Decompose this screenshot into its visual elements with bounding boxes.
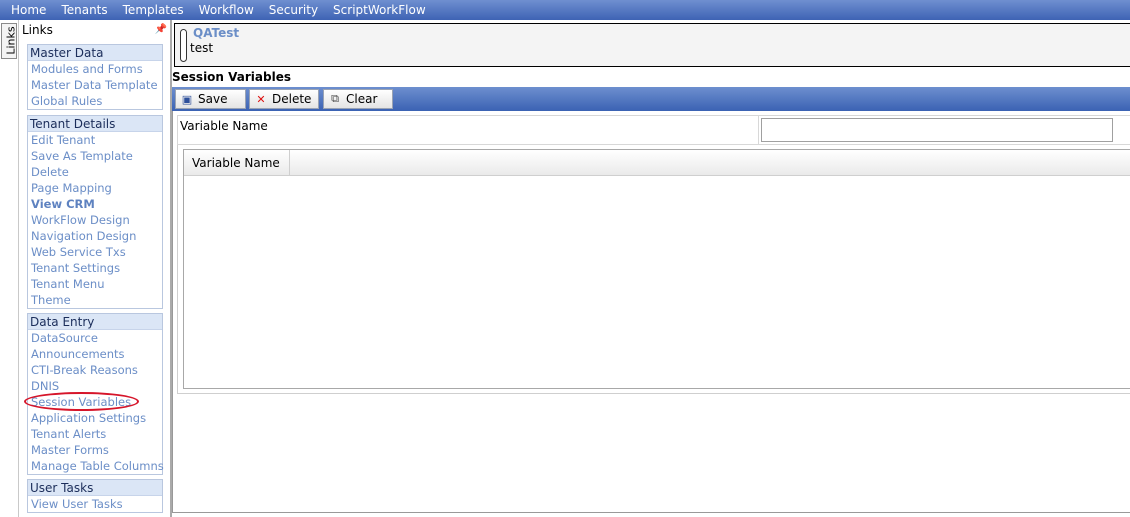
link-navigation-design[interactable]: Navigation Design [28, 228, 162, 244]
link-manage-table-columns[interactable]: Manage Table Columns [28, 458, 164, 474]
menu-workflow[interactable]: Workflow [199, 3, 254, 17]
variable-name-row: Variable Name [177, 115, 1130, 145]
link-tenant-menu[interactable]: Tenant Menu [28, 276, 162, 292]
link-delete[interactable]: Delete [28, 164, 162, 180]
link-theme[interactable]: Theme [28, 292, 162, 308]
links-panel-title: Links [22, 23, 53, 37]
group-header: Master Data [28, 45, 162, 61]
group-header: Tenant Details [28, 116, 162, 132]
clear-icon: ⧉ [331, 92, 339, 105]
link-save-as-template[interactable]: Save As Template [28, 148, 162, 164]
pin-icon[interactable]: 📌 [155, 24, 167, 35]
group-header: Data Entry [28, 314, 162, 330]
variable-name-input[interactable] [761, 118, 1113, 142]
top-menu-bar: Home Tenants Templates Workflow Security… [0, 0, 1130, 20]
delete-icon: ✕ [256, 92, 266, 106]
clear-button-label: Clear [346, 92, 378, 106]
link-page-mapping[interactable]: Page Mapping [28, 180, 162, 196]
side-tab-strip: Links [0, 20, 19, 517]
link-application-settings[interactable]: Application Settings [28, 410, 162, 426]
page-title: Session Variables [172, 70, 291, 84]
links-side-tab[interactable]: Links [1, 23, 18, 59]
link-view-crm[interactable]: View CRM [28, 196, 162, 212]
link-master-data-template[interactable]: Master Data Template [28, 77, 162, 93]
menu-home[interactable]: Home [11, 3, 46, 17]
red-highlight-ellipse [24, 392, 139, 411]
link-datasource[interactable]: DataSource [28, 330, 162, 346]
grid-header-row: Variable Name [184, 150, 1130, 176]
header-pill-icon [180, 29, 187, 62]
save-icon: ▣ [181, 92, 193, 106]
links-side-tab-label: Links [4, 26, 18, 55]
variables-grid: Variable Name [183, 149, 1130, 389]
link-announcements[interactable]: Announcements [28, 346, 162, 362]
link-modules-and-forms[interactable]: Modules and Forms [28, 61, 162, 77]
menu-templates[interactable]: Templates [123, 3, 184, 17]
form-divider [758, 116, 759, 144]
variable-name-label: Variable Name [180, 119, 268, 133]
link-global-rules[interactable]: Global Rules [28, 93, 162, 109]
tenant-description: test [190, 41, 214, 55]
link-edit-tenant[interactable]: Edit Tenant [28, 132, 162, 148]
group-tenant-details: Tenant Details Edit Tenant Save As Templ… [27, 115, 163, 309]
menu-tenants[interactable]: Tenants [61, 3, 107, 17]
link-master-forms[interactable]: Master Forms [28, 442, 162, 458]
column-header-variable-name[interactable]: Variable Name [184, 150, 290, 176]
toolbar: ▣ Save ✕ Delete ⧉ Clear [172, 87, 1130, 111]
group-master-data: Master Data Modules and Forms Master Dat… [27, 44, 163, 110]
tenant-name: QATest [193, 26, 240, 40]
link-tenant-settings[interactable]: Tenant Settings [28, 260, 162, 276]
link-tenant-alerts[interactable]: Tenant Alerts [28, 426, 162, 442]
menu-scriptworkflow[interactable]: ScriptWorkFlow [333, 3, 426, 17]
link-cti-break-reasons[interactable]: CTI-Break Reasons [28, 362, 162, 378]
clear-button[interactable]: ⧉ Clear [323, 89, 393, 109]
save-button-label: Save [198, 92, 228, 106]
group-header: User Tasks [28, 480, 162, 496]
group-user-tasks: User Tasks View User Tasks [27, 479, 163, 513]
menu-security[interactable]: Security [269, 3, 318, 17]
link-web-service-txs[interactable]: Web Service Txs [28, 244, 162, 260]
link-view-user-tasks[interactable]: View User Tasks [28, 496, 162, 512]
delete-button-label: Delete [272, 92, 312, 106]
links-panel: Links 📌 Master Data Modules and Forms Ma… [19, 20, 172, 517]
delete-button[interactable]: ✕ Delete [249, 89, 319, 109]
save-button[interactable]: ▣ Save [175, 89, 246, 109]
link-workflow-design[interactable]: WorkFlow Design [28, 212, 162, 228]
tenant-header: QATest test [174, 23, 1130, 67]
